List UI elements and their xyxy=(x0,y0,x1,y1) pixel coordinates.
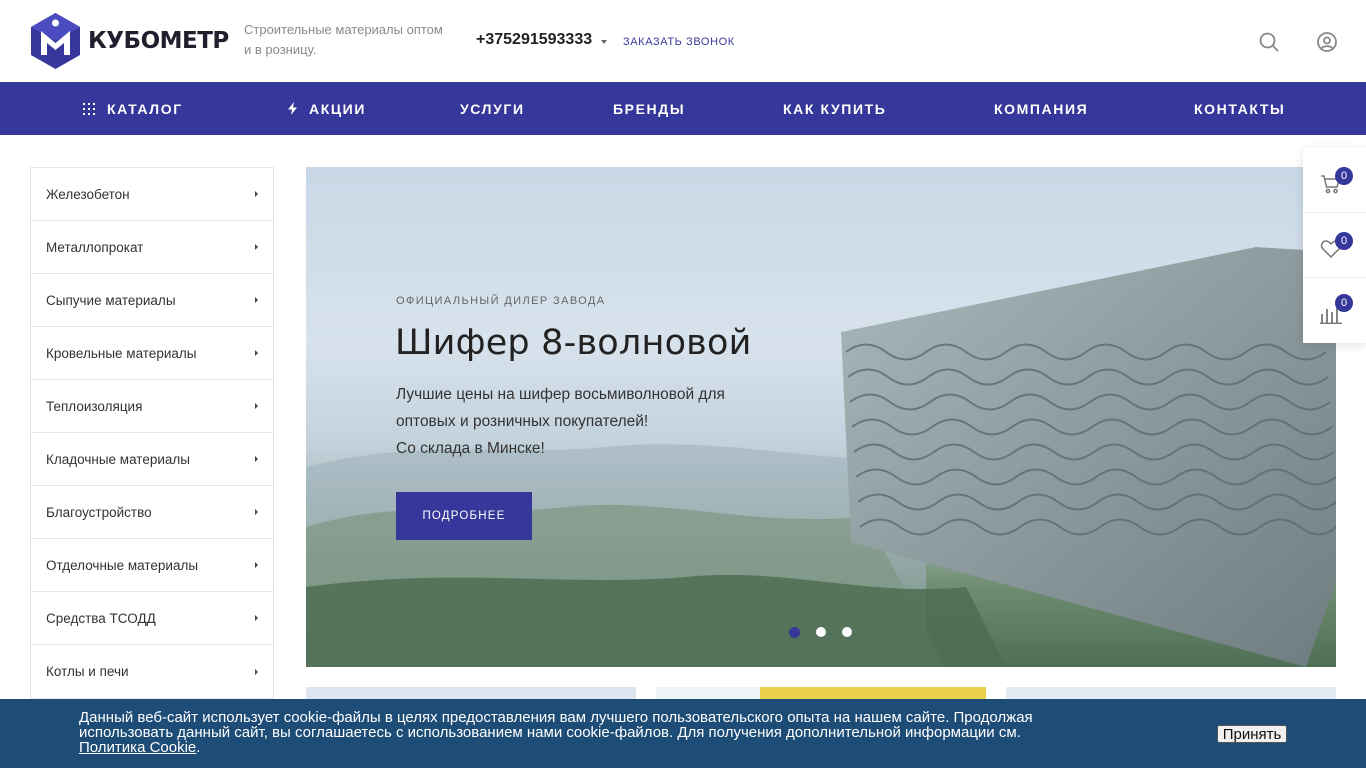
sidebar-item-landscaping[interactable]: Благоустройство xyxy=(31,486,273,539)
chevron-right-icon xyxy=(255,562,258,568)
slider-dot-3[interactable] xyxy=(842,627,852,637)
nav-item-catalog[interactable]: КАТАЛОГ xyxy=(83,82,183,135)
banner-text-line: оптовых и розничных покупателей! xyxy=(396,413,649,430)
slate-sheets-image xyxy=(841,247,1336,667)
nav-item-label: КОНТАКТЫ xyxy=(1194,100,1286,117)
nav-item-label: УСЛУГИ xyxy=(460,100,525,117)
site-header: КУБОМЕТР Строительные материалы оптом и … xyxy=(0,0,1366,82)
hero-banner[interactable]: ОФИЦИАЛЬНЫЙ ДИЛЕР ЗАВОДА Шифер 8-волново… xyxy=(306,167,1336,667)
chevron-right-icon xyxy=(255,615,258,621)
compare-count-badge: 0 xyxy=(1335,294,1353,312)
grid-icon xyxy=(83,102,95,115)
sidebar-item-reinforced-concrete[interactable]: Железобетон xyxy=(31,168,273,221)
cookie-banner: Данный веб-сайт использует cookie-файлы … xyxy=(0,699,1366,768)
nav-item-how-to-buy[interactable]: КАК КУПИТЬ xyxy=(783,82,886,135)
sidebar-item-masonry[interactable]: Кладочные материалы xyxy=(31,433,273,486)
chevron-right-icon xyxy=(255,456,258,462)
sidebar-item-traffic[interactable]: Средства ТСОДД xyxy=(31,592,273,645)
sidebar-item-roofing[interactable]: Кровельные материалы xyxy=(31,327,273,380)
cookie-message: Данный веб-сайт использует cookie-файлы … xyxy=(79,710,1079,755)
slider-dot-1[interactable] xyxy=(789,626,800,638)
sidebar-item-boilers[interactable]: Котлы и печи xyxy=(31,645,273,698)
banner-title: Шифер 8-волновой xyxy=(395,323,752,363)
cart-count-badge: 0 xyxy=(1335,167,1353,185)
nav-item-label: АКЦИИ xyxy=(309,100,367,117)
cookie-text: Данный веб-сайт использует cookie-файлы … xyxy=(79,709,1033,741)
nav-item-label: КОМПАНИЯ xyxy=(994,100,1089,117)
slider-dot-2[interactable] xyxy=(816,627,826,637)
more-button[interactable]: ПОДРОБНЕЕ xyxy=(396,492,532,540)
compare-button[interactable]: 0 xyxy=(1303,278,1366,343)
banner-text-line: Лучшие цены на шифер восьмиволновой для xyxy=(396,386,725,403)
banner-description: Лучшие цены на шифер восьмиволновой для … xyxy=(396,381,796,462)
logo-text: КУБОМЕТР xyxy=(88,28,229,54)
nav-item-company[interactable]: КОМПАНИЯ xyxy=(994,82,1088,135)
slogan: Строительные материалы оптом и в розницу… xyxy=(244,22,443,57)
sidebar-item-label: Котлы и печи xyxy=(46,664,129,679)
chevron-right-icon xyxy=(255,350,258,356)
callback-link[interactable]: ЗАКАЗАТЬ ЗВОНОК xyxy=(623,36,735,48)
nav-item-contacts[interactable]: КОНТАКТЫ xyxy=(1194,82,1285,135)
search-icon[interactable] xyxy=(1258,31,1280,53)
user-icon[interactable] xyxy=(1316,31,1338,53)
sidebar-item-metal[interactable]: Металлопрокат xyxy=(31,221,273,274)
chevron-right-icon xyxy=(255,191,258,197)
lightning-icon xyxy=(288,102,297,115)
sidebar-item-insulation[interactable]: Теплоизоляция xyxy=(31,380,273,433)
favorites-count-badge: 0 xyxy=(1335,232,1353,250)
sidebar-item-label: Кровельные материалы xyxy=(46,345,197,361)
favorites-button[interactable]: 0 xyxy=(1303,213,1366,278)
chevron-right-icon xyxy=(255,403,258,409)
sidebar-item-label: Металлопрокат xyxy=(46,239,144,255)
banner-text-line: Со склада в Минске! xyxy=(396,440,545,457)
logo[interactable]: КУБОМЕТР xyxy=(31,13,229,69)
chevron-right-icon xyxy=(255,244,258,250)
banner-kicker: ОФИЦИАЛЬНЫЙ ДИЛЕР ЗАВОДА xyxy=(396,295,606,307)
sidebar-item-label: Отделочные материалы xyxy=(46,557,199,573)
nav-item-label: КАК КУПИТЬ xyxy=(783,100,887,117)
sidebar-item-label: Благоустройство xyxy=(46,504,152,520)
nav-item-brands[interactable]: БРЕНДЫ xyxy=(613,82,685,135)
accept-cookie-button[interactable]: Принять xyxy=(1217,725,1287,743)
nav-item-services[interactable]: УСЛУГИ xyxy=(460,82,525,135)
nav-item-label: КАТАЛОГ xyxy=(107,100,183,117)
cart-button[interactable]: 0 xyxy=(1303,148,1366,213)
sidebar-item-bulk[interactable]: Сыпучие материалы xyxy=(31,274,273,327)
chevron-right-icon xyxy=(255,668,258,675)
phone-number[interactable]: +375291593333 xyxy=(476,31,592,49)
catalog-sidebar: Железобетон Металлопрокат Сыпучие матери… xyxy=(30,167,274,699)
sidebar-item-label: Средства ТСОДД xyxy=(46,610,156,626)
sidebar-item-label: Кладочные материалы xyxy=(46,451,190,467)
logo-cube-icon xyxy=(31,13,80,69)
cookie-period: . xyxy=(196,739,201,756)
floating-toolbar: 0 0 0 xyxy=(1303,148,1366,343)
nav-item-label: БРЕНДЫ xyxy=(613,100,686,117)
main-nav: КАТАЛОГ АКЦИИ УСЛУГИ БРЕНДЫ КАК КУПИТЬ К… xyxy=(0,82,1366,135)
sidebar-item-label: Сыпучие материалы xyxy=(46,292,176,308)
slider-dots xyxy=(789,626,852,638)
cookie-policy-link[interactable]: Политика Cookie xyxy=(79,739,196,756)
sidebar-item-label: Теплоизоляция xyxy=(46,398,143,414)
chevron-down-icon[interactable] xyxy=(601,40,607,44)
sidebar-item-finishing[interactable]: Отделочные материалы xyxy=(31,539,273,592)
nav-item-promo[interactable]: АКЦИИ xyxy=(288,82,366,135)
sidebar-item-label: Железобетон xyxy=(46,186,130,202)
chevron-right-icon xyxy=(255,297,258,303)
chevron-right-icon xyxy=(255,509,258,515)
